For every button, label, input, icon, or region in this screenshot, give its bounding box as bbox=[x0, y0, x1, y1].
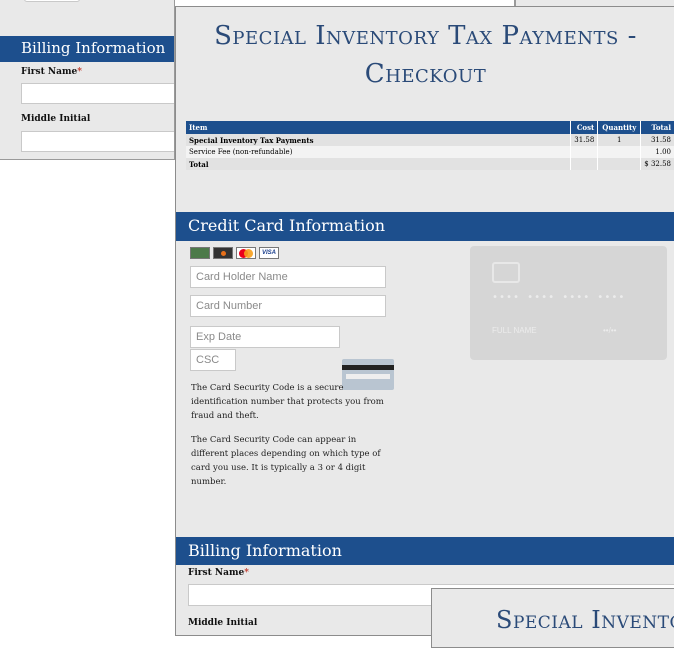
table-row: Service Fee (non-refundable) 1.00 bbox=[186, 146, 674, 158]
checkout-window: Special Inventory Tax Payments - Checkou… bbox=[175, 6, 674, 636]
cart-table: Item Cost Quantity Total Special Invento… bbox=[186, 121, 674, 170]
overlay-window: Special Invento bbox=[431, 588, 674, 648]
credit-card-title: Credit Card Information bbox=[188, 216, 386, 235]
billing-header: Billing Information bbox=[176, 537, 674, 565]
overlay-title: Special Invento bbox=[496, 606, 674, 634]
card-preview-number: •••• •••• •••• •••• bbox=[492, 292, 626, 303]
cart-item: Total bbox=[186, 158, 572, 170]
card-preview-name: FULL NAME bbox=[492, 326, 537, 335]
cart-item: Service Fee (non-refundable) bbox=[186, 146, 572, 158]
csc-location-note: The Card Security Code can appear in dif… bbox=[191, 435, 381, 487]
csc-input[interactable]: CSC bbox=[190, 349, 236, 371]
background-top-button[interactable] bbox=[24, 0, 80, 2]
cart-quantity: 1 bbox=[597, 134, 642, 146]
discover-icon bbox=[213, 247, 233, 259]
visa-icon: VISA bbox=[259, 247, 279, 259]
card-holder-name-input[interactable]: Card Holder Name bbox=[190, 266, 386, 288]
exp-date-input[interactable]: Exp Date bbox=[190, 326, 340, 348]
card-number-input[interactable]: Card Number bbox=[190, 295, 386, 317]
csc-placeholder: CSC bbox=[196, 354, 220, 366]
cart-cost: 31.58 bbox=[570, 134, 599, 146]
middle-initial-label: Middle Initial bbox=[188, 618, 258, 628]
background-middle-initial-input[interactable] bbox=[21, 131, 174, 152]
col-item-header: Item bbox=[186, 121, 572, 134]
required-asterisk: * bbox=[77, 67, 82, 77]
first-name-label: First Name* bbox=[188, 568, 249, 578]
table-row: Total $ 32.58 bbox=[186, 158, 674, 170]
cart-total: 31.58 bbox=[640, 134, 674, 146]
cart-cost bbox=[570, 158, 599, 170]
cart-total: $ 32.58 bbox=[640, 158, 674, 170]
csc-description: The Card Security Code is a secure ident… bbox=[191, 383, 384, 421]
background-billing-header: Billing Information bbox=[0, 36, 174, 62]
cart-quantity bbox=[597, 146, 642, 158]
table-row: Special Inventory Tax Payments 31.58 1 3… bbox=[186, 134, 674, 146]
visa-text: VISA bbox=[261, 250, 276, 256]
billing-title: Billing Information bbox=[188, 541, 342, 560]
cart-total: 1.00 bbox=[640, 146, 674, 158]
cart-header-row: Item Cost Quantity Total bbox=[186, 121, 674, 134]
page-title-line2: Checkout bbox=[364, 59, 487, 89]
card-holder-name-placeholder: Card Holder Name bbox=[196, 271, 288, 283]
exp-date-placeholder: Exp Date bbox=[196, 331, 242, 343]
mastercard-icon bbox=[236, 247, 256, 259]
card-preview-expiry: ••/•• bbox=[603, 326, 617, 335]
col-cost-header: Cost bbox=[570, 121, 599, 134]
col-total-header: Total bbox=[640, 121, 674, 134]
credit-card-header: Credit Card Information bbox=[176, 212, 674, 241]
required-asterisk: * bbox=[244, 568, 249, 578]
amex-icon bbox=[190, 247, 210, 259]
background-middle-initial-label: Middle Initial bbox=[21, 114, 91, 124]
page-title-line1: Special Inventory Tax Payments - bbox=[214, 21, 637, 51]
card-number-placeholder: Card Number bbox=[196, 300, 263, 312]
col-quantity-header: Quantity bbox=[597, 121, 642, 134]
cart-item: Special Inventory Tax Payments bbox=[186, 134, 572, 146]
cart-quantity bbox=[597, 158, 642, 170]
background-first-name-label: First Name* bbox=[21, 67, 82, 77]
background-billing-title: Billing Information bbox=[21, 39, 166, 57]
cart-cost bbox=[570, 146, 599, 158]
card-chip-icon bbox=[492, 262, 520, 283]
card-preview: •••• •••• •••• •••• FULL NAME ••/•• bbox=[470, 246, 667, 360]
card-logos: VISA bbox=[190, 247, 280, 259]
background-first-name-input[interactable] bbox=[21, 83, 174, 104]
background-window: Billing Information First Name* Middle I… bbox=[0, 0, 175, 160]
